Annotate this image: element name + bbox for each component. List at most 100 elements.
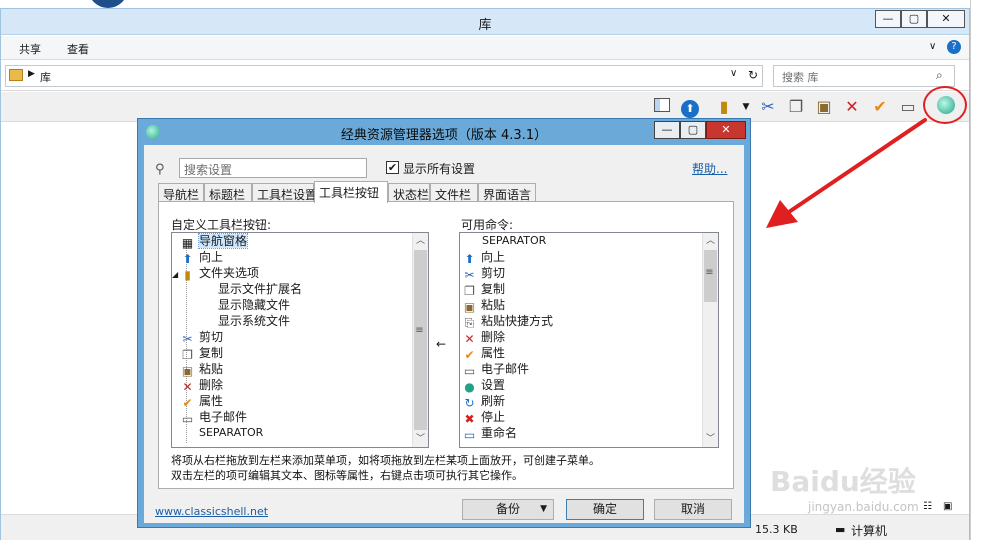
ribbon-expand-chevron-icon[interactable]: ∨ — [929, 41, 936, 52]
delete-icon: ✕ — [182, 380, 193, 394]
list-item[interactable]: ❐ 复制 — [180, 345, 223, 362]
breadcrumb-chevron-icon: ▶ — [28, 69, 35, 79]
list-item[interactable]: ✔ 属性 — [180, 393, 223, 410]
annotation-arrow — [766, 118, 927, 228]
explorer-maximize-button[interactable]: ▢ — [901, 10, 927, 28]
ok-button[interactable]: 确定 — [566, 499, 644, 520]
partial-logo — [88, 0, 128, 8]
scroll-down-icon[interactable]: ﹀ — [413, 431, 428, 447]
tab-toolbar-settings[interactable]: 工具栏设置 — [252, 183, 317, 202]
list-item[interactable]: ❐ 复制 — [462, 281, 505, 298]
cancel-button[interactable]: 取消 — [654, 499, 732, 520]
list-item[interactable]: SEPARATOR — [482, 233, 546, 249]
nav-pane-icon[interactable] — [651, 96, 673, 118]
list-item[interactable]: ▭ 重命名 — [462, 425, 517, 442]
dialog-maximize-button[interactable]: ▢ — [680, 121, 706, 139]
tree-expand-icon[interactable]: ◢ — [172, 267, 180, 283]
list-item[interactable]: 显示系统文件 — [218, 313, 290, 329]
stop-icon: ✖ — [464, 412, 475, 426]
list-item[interactable]: ↻ 刷新 — [462, 393, 505, 410]
email-icon: ▭ — [463, 364, 476, 378]
list-item[interactable]: ● 设置 — [462, 377, 505, 394]
list-item[interactable]: ▭ 电子邮件 — [180, 409, 247, 426]
left-list-scrollbar[interactable]: ︿ ≡ ﹀ — [412, 233, 428, 447]
explorer-title: 库 — [478, 18, 492, 33]
list-item[interactable]: ✕ 删除 — [462, 329, 505, 346]
list-item[interactable]: SEPARATOR — [199, 425, 263, 441]
dialog-title-bar: 经典资源管理器选项（版本 4.3.1） — ▢ ✕ — [138, 119, 750, 145]
cut-icon: ✂ — [182, 332, 193, 346]
move-left-arrow: ← — [436, 337, 447, 351]
address-dropdown-icon[interactable]: ∨ — [730, 68, 737, 79]
refresh-icon[interactable]: ↻ — [748, 68, 758, 82]
custom-buttons-list-items: ▦ 导航窗格 ⬆ 向上 ◢ ▮ 文件夹选项 显示文件扩展名 显示隐藏文件 显示系… — [172, 233, 412, 447]
properties-icon: ✔ — [182, 396, 193, 410]
right-list-scrollbar[interactable]: ︿ ≡ ﹀ — [702, 233, 718, 447]
address-bar[interactable]: ▶ 库 ∨ ↻ — [5, 65, 763, 87]
available-commands-list[interactable]: SEPARATOR ⬆ 向上 ✂ 剪切 ❐ 复制 ▣ 粘贴 ⎘ 粘贴快捷方式 ✕ 删除 ✔ 属… — [459, 232, 719, 448]
dialog-close-button[interactable]: ✕ — [706, 121, 746, 139]
address-breadcrumb[interactable]: 库 — [40, 69, 51, 85]
list-item[interactable]: ▣ 粘贴 — [180, 361, 223, 378]
scroll-down-icon[interactable]: ﹀ — [703, 431, 718, 447]
background-right-strip — [970, 0, 1000, 548]
view-details-icon[interactable]: ☷ — [923, 501, 932, 512]
show-all-settings-checkbox[interactable]: ✔ — [386, 161, 399, 174]
explorer-minimize-button[interactable]: — — [875, 10, 901, 28]
available-commands-list-items: SEPARATOR ⬆ 向上 ✂ 剪切 ❐ 复制 ▣ 粘贴 ⎘ 粘贴快捷方式 ✕ 删除 ✔ 属… — [460, 233, 702, 447]
list-item[interactable]: 显示隐藏文件 — [218, 297, 290, 313]
tab-title-bar[interactable]: 标题栏 — [204, 183, 252, 202]
ribbon-tab-view[interactable]: 查看 — [67, 41, 89, 57]
ribbon-tabs: 共享 查看 ∨ ? — [1, 36, 969, 60]
help-icon[interactable]: ? — [947, 40, 961, 54]
ribbon-tab-share[interactable]: 共享 — [19, 41, 41, 57]
tab-toolbar-buttons[interactable]: 工具栏按钮 — [314, 181, 388, 203]
list-item[interactable]: 显示文件扩展名 — [218, 281, 302, 297]
list-item[interactable]: ⎘ 粘贴快捷方式 — [462, 313, 553, 330]
custom-buttons-label: 自定义工具栏按钮: — [171, 218, 272, 232]
backup-button[interactable]: 备份 ▼ — [462, 499, 554, 520]
view-tiles-icon[interactable]: ▣ — [943, 501, 952, 512]
cut-icon: ✂ — [464, 268, 475, 282]
tab-nav-bar[interactable]: 导航栏 — [158, 183, 204, 202]
list-item[interactable]: ▦ 导航窗格 — [180, 233, 249, 250]
website-link[interactable]: www.classicshell.net — [155, 505, 268, 518]
list-item[interactable]: ✂ 剪切 — [180, 329, 223, 346]
tab-status-bar[interactable]: 状态栏 — [388, 183, 430, 202]
status-location: 计算机 — [851, 524, 888, 538]
list-item[interactable]: ✔ 属性 — [462, 345, 505, 362]
tab-language[interactable]: 界面语言 — [478, 183, 536, 202]
list-item[interactable]: ▣ 粘贴 — [462, 297, 505, 314]
up-icon[interactable]: ⬆ — [679, 96, 701, 118]
search-icon[interactable]: ⌕ — [936, 68, 943, 83]
list-item[interactable]: ✂ 剪切 — [462, 265, 505, 282]
settings-search-input[interactable]: 搜索设置 — [179, 158, 367, 178]
explorer-search-input[interactable]: 搜索 库 — [782, 69, 819, 85]
list-item[interactable]: ✖ 停止 — [462, 409, 505, 426]
scroll-up-icon[interactable]: ︿ — [413, 233, 428, 249]
help-link[interactable]: 帮助... — [692, 160, 727, 177]
folder-options-icon[interactable]: ▮ — [713, 96, 735, 118]
dialog-minimize-button[interactable]: — — [654, 121, 680, 139]
search-box[interactable]: 搜索 库 ⌕ — [773, 65, 955, 87]
explorer-close-button[interactable]: ✕ — [927, 10, 965, 28]
show-all-settings-label[interactable]: 显示所有设置 — [403, 160, 475, 177]
list-item[interactable]: ◢ ▮ 文件夹选项 — [172, 265, 259, 283]
watermark-url: jingyan.baidu.com — [808, 500, 919, 514]
list-item[interactable]: ▭ 电子邮件 — [462, 361, 529, 378]
options-dialog: 经典资源管理器选项（版本 4.3.1） — ▢ ✕ ⚲ 搜索设置 ✔ 显示所有设… — [137, 118, 751, 528]
description-line-2: 双击左栏的项可编辑其文本、图标等属性，右键点击项可执行其它操作。 — [171, 469, 523, 482]
email-icon: ▭ — [181, 412, 194, 426]
left-scroll-thumb[interactable] — [414, 250, 427, 430]
explorer-title-bar: 库 — ▢ ✕ — [1, 9, 969, 35]
refresh-icon: ↻ — [464, 396, 475, 410]
tab-file-pane[interactable]: 文件栏 — [430, 183, 478, 202]
up-icon: ⬆ — [182, 252, 193, 266]
up-icon: ⬆ — [464, 252, 475, 266]
paste-icon: ▣ — [181, 364, 194, 378]
custom-buttons-list[interactable]: ▦ 导航窗格 ⬆ 向上 ◢ ▮ 文件夹选项 显示文件扩展名 显示隐藏文件 显示系… — [171, 232, 429, 448]
list-item[interactable]: ⬆ 向上 — [180, 249, 223, 266]
list-item[interactable]: ⬆ 向上 — [462, 249, 505, 266]
scroll-up-icon[interactable]: ︿ — [703, 233, 718, 249]
list-item[interactable]: ✕ 删除 — [180, 377, 223, 394]
